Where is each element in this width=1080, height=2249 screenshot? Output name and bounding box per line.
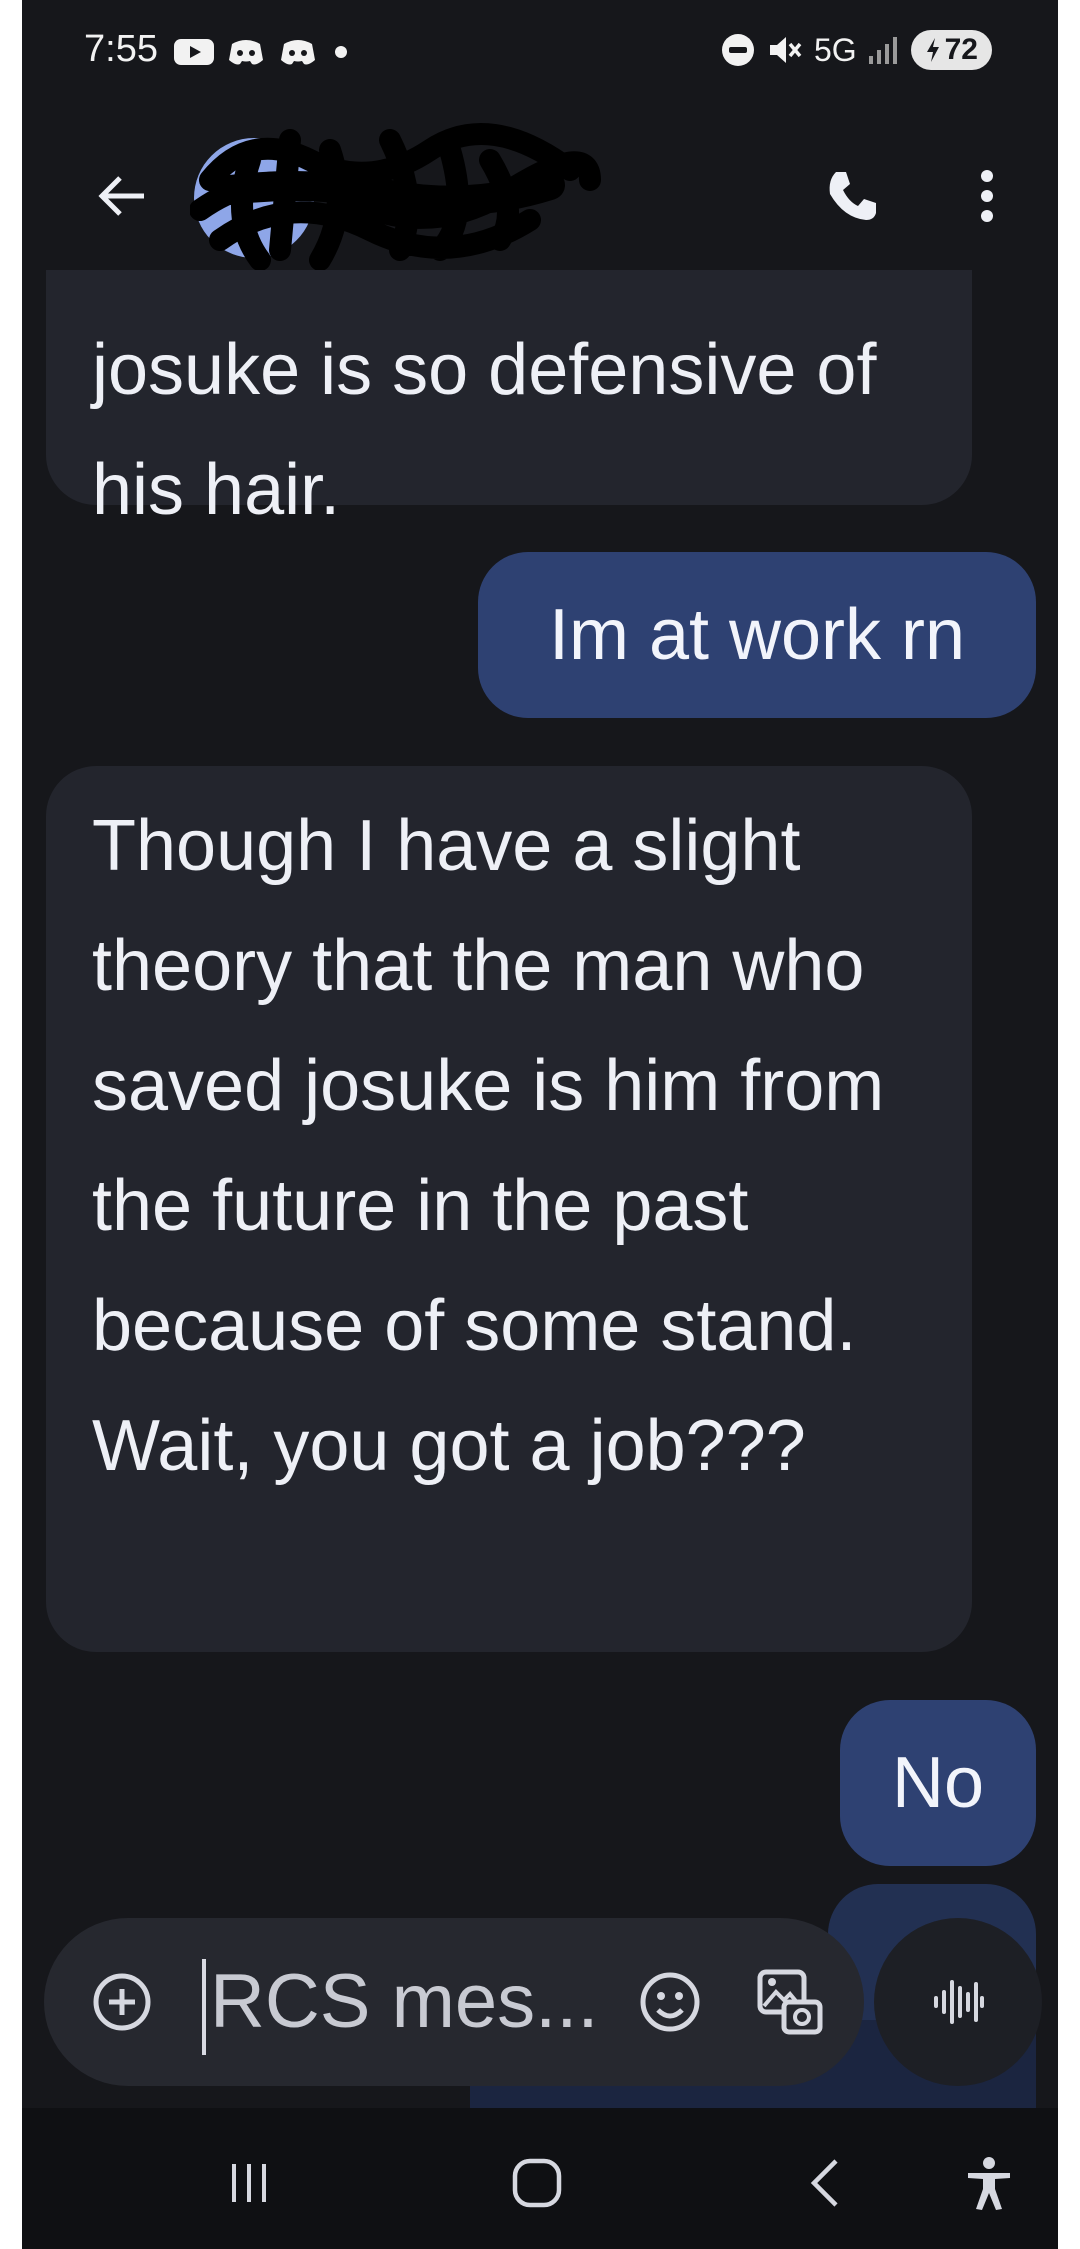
message-text: Im at work rn <box>548 595 966 675</box>
accessibility-button[interactable] <box>944 2138 1034 2228</box>
gallery-icon <box>757 1969 823 2035</box>
notification-icons <box>174 36 352 68</box>
mute-icon <box>769 37 802 63</box>
home-button[interactable] <box>492 2138 582 2228</box>
system-navigation-bar <box>22 2108 1058 2249</box>
conversation-header <box>22 110 1058 270</box>
message-text: josuke is so defensive of his hair. <box>92 330 877 530</box>
back-button[interactable] <box>72 146 172 246</box>
status-bar: 7:55 5G 72 <box>22 0 1058 110</box>
gallery-button[interactable] <box>744 1956 836 2048</box>
message-received[interactable]: Though I have a slight theory that the m… <box>46 766 972 1652</box>
recents-icon <box>232 2164 266 2202</box>
voice-waveform-icon <box>934 1980 984 2024</box>
add-circle-icon <box>93 1973 151 2031</box>
message-sent[interactable]: No <box>840 1700 1036 1866</box>
back-icon <box>810 2159 838 2207</box>
voice-message-button[interactable] <box>874 1918 1042 2086</box>
message-sent[interactable]: Im at work rn <box>478 552 1036 718</box>
more-notifications-dot-icon <box>335 46 347 58</box>
message-composer: RCS mes... <box>44 1918 864 2086</box>
message-text: No <box>891 1743 985 1823</box>
signal-icon <box>868 37 897 64</box>
recents-button[interactable] <box>204 2138 294 2228</box>
more-vert-icon <box>981 170 993 222</box>
youtube-icon <box>174 39 214 65</box>
discord-icon <box>281 40 315 65</box>
attach-button[interactable] <box>82 1962 162 2042</box>
battery-level: 72 <box>944 33 978 66</box>
discord-icon <box>229 40 263 65</box>
phone-icon <box>829 172 876 220</box>
charging-icon <box>926 38 939 62</box>
message-input[interactable]: RCS mes... <box>202 1948 622 2056</box>
battery-indicator: 72 <box>910 30 992 70</box>
status-time: 7:55 <box>84 28 158 70</box>
nav-back-button[interactable] <box>782 2138 872 2228</box>
system-indicators: 5G 72 <box>720 30 992 70</box>
message-text: Though I have a slight theory that the m… <box>92 806 885 1486</box>
call-button[interactable] <box>802 146 902 246</box>
network-type: 5G <box>813 31 857 68</box>
arrow-back-icon <box>98 176 144 216</box>
home-icon <box>512 2158 562 2208</box>
redaction-scribble <box>190 123 601 270</box>
emoji-icon <box>640 1972 700 2032</box>
phone-screen: 7:55 5G 72 josuke is so defensive of his… <box>22 0 1058 2249</box>
text-cursor <box>202 1958 206 2055</box>
accessibility-icon <box>968 2157 1010 2210</box>
emoji-button[interactable] <box>626 1958 714 2046</box>
conversation-thread[interactable]: josuke is so defensive of his hair. Im a… <box>22 170 1058 2249</box>
message-input-placeholder: RCS mes... <box>210 1959 599 2044</box>
more-options-button[interactable] <box>952 146 1022 246</box>
do-not-disturb-icon <box>721 34 754 66</box>
